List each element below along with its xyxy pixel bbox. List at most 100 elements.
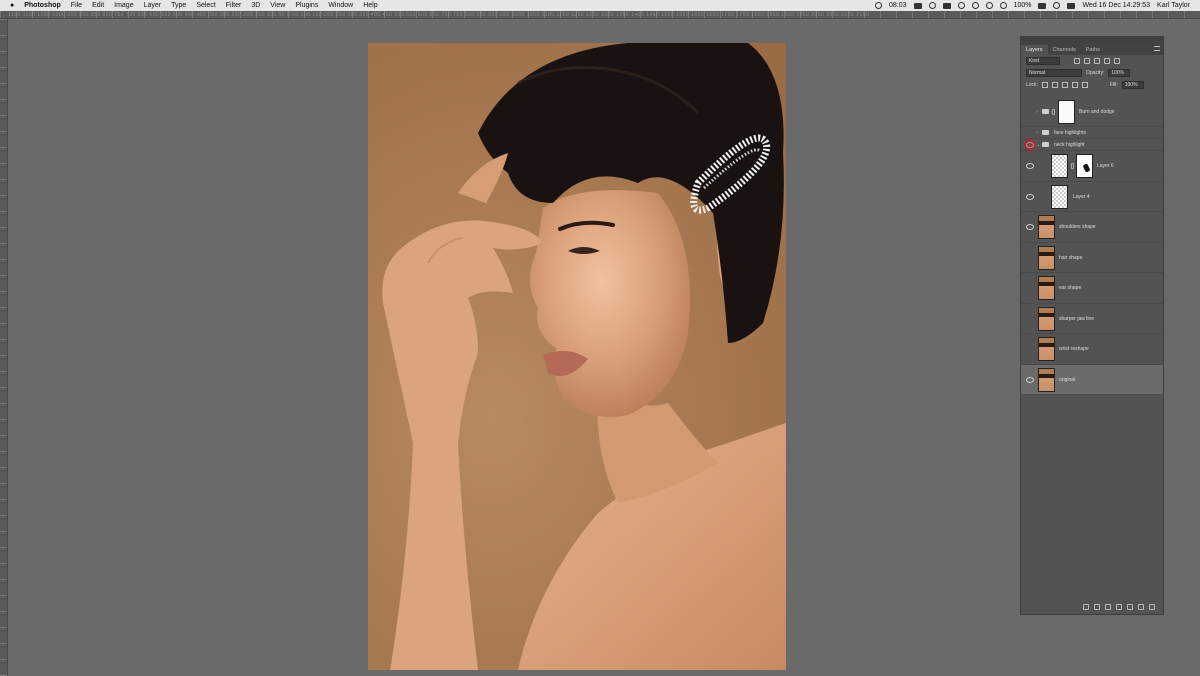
menu-select[interactable]: Select — [196, 0, 215, 11]
visibility-eye-icon[interactable] — [1025, 224, 1034, 230]
layer-row-original[interactable]: original — [1021, 365, 1163, 395]
layer-name[interactable]: sharper jaw line — [1059, 316, 1094, 322]
tab-layers[interactable]: Layers — [1021, 45, 1048, 55]
chevron-right-icon[interactable]: › — [1036, 130, 1038, 136]
battery-percent[interactable]: 100% — [1014, 2, 1032, 9]
layer-name[interactable]: face highlights — [1054, 130, 1086, 136]
layer-row-layer-6[interactable]: Layer 6 — [1021, 151, 1163, 182]
layer-row-shoulders-shape[interactable]: shoulders shape — [1021, 212, 1163, 243]
layer-thumbnail[interactable] — [1038, 276, 1055, 300]
layer-thumbnail[interactable] — [1038, 307, 1055, 331]
layer-row-sharper-jaw-line[interactable]: sharper jaw line — [1021, 304, 1163, 334]
cloud-icon[interactable] — [928, 2, 936, 9]
link-layers-icon[interactable] — [1083, 604, 1089, 610]
layer-thumbnail[interactable] — [1051, 185, 1068, 209]
layer-mask-thumbnail[interactable] — [1076, 154, 1093, 178]
app-tray-icon[interactable] — [913, 2, 922, 9]
wifi-icon[interactable] — [985, 2, 993, 9]
filter-type-icon[interactable] — [1094, 58, 1100, 64]
document-canvas[interactable] — [368, 43, 786, 670]
new-group-icon[interactable] — [1127, 604, 1133, 610]
layer-name[interactable]: original — [1059, 377, 1075, 383]
layer-mask-thumbnail[interactable] — [1058, 100, 1075, 124]
filter-kind-select[interactable]: Kind — [1026, 57, 1060, 65]
fx-icon[interactable] — [1094, 604, 1100, 610]
tray-time[interactable]: 08:03 — [889, 2, 907, 9]
menu-help[interactable]: Help — [363, 0, 377, 11]
battery-icon[interactable] — [1038, 2, 1047, 9]
menu-filter[interactable]: Filter — [226, 0, 242, 11]
menu-plugins[interactable]: Plugins — [295, 0, 318, 11]
lock-all-icon[interactable] — [1081, 82, 1088, 88]
layer-row-layer-4[interactable]: Layer 4 — [1021, 182, 1163, 212]
layer-name[interactable]: ear shape — [1059, 285, 1081, 291]
filter-smart-icon[interactable] — [1114, 58, 1120, 64]
layer-row-burn-and-dodge[interactable]: › Burn and dodge — [1021, 97, 1163, 127]
lock-image-icon[interactable] — [1051, 82, 1058, 88]
lock-position-icon[interactable] — [1061, 82, 1068, 88]
control-center-icon[interactable] — [1067, 2, 1076, 9]
app-menu-photoshop[interactable]: Photoshop — [24, 0, 61, 11]
volume-icon[interactable] — [999, 2, 1007, 9]
chevron-right-icon[interactable]: › — [1036, 109, 1038, 115]
layer-name[interactable]: Layer 6 — [1097, 163, 1114, 169]
layer-name[interactable]: wrist reshape — [1059, 346, 1089, 352]
visibility-eye-icon[interactable] — [1023, 138, 1036, 151]
ruler-top[interactable]: 1150 1100 1050 1000 950 900 850 800 750 … — [0, 11, 1200, 19]
menu-layer[interactable]: Layer — [144, 0, 162, 11]
layer-row-face-highlights[interactable]: › face highlights — [1021, 127, 1163, 139]
layer-row-neck-highlight[interactable]: ⌄ neck highlight — [1021, 138, 1163, 151]
filter-shape-icon[interactable] — [1104, 58, 1110, 64]
menu-list: ● Photoshop File Edit Image Layer Type S… — [10, 0, 378, 11]
chevron-down-icon[interactable]: ⌄ — [1036, 142, 1040, 148]
layer-row-hair-shape[interactable]: hair shape — [1021, 243, 1163, 273]
new-layer-icon[interactable] — [1138, 604, 1144, 610]
panel-menu-icon[interactable] — [1154, 46, 1160, 51]
clock-icon[interactable] — [957, 2, 965, 9]
fill-field[interactable]: 100% — [1121, 81, 1144, 89]
filter-pixel-icon[interactable] — [1074, 58, 1080, 64]
tab-channels[interactable]: Channels — [1048, 45, 1081, 55]
ruler-left[interactable] — [0, 19, 8, 676]
layer-row-ear-shape[interactable]: ear shape — [1021, 273, 1163, 304]
blend-mode-select[interactable]: Normal — [1026, 69, 1082, 77]
link-icon[interactable] — [1071, 163, 1074, 169]
user-name[interactable]: Karl Taylor — [1157, 2, 1190, 9]
layer-thumbnail[interactable] — [1038, 368, 1055, 392]
record-icon[interactable] — [875, 2, 883, 9]
layer-name[interactable]: neck highlight — [1054, 142, 1085, 148]
visibility-eye-icon[interactable] — [1025, 163, 1034, 169]
lock-artboard-icon[interactable] — [1071, 82, 1078, 88]
display-icon[interactable] — [942, 2, 951, 9]
menu-file[interactable]: File — [71, 0, 82, 11]
layer-thumbnail[interactable] — [1051, 154, 1068, 178]
layer-name[interactable]: shoulders shape — [1059, 224, 1096, 230]
layer-row-wrist-reshape[interactable]: wrist reshape — [1021, 334, 1163, 365]
visibility-eye-icon[interactable] — [1025, 194, 1034, 200]
menu-edit[interactable]: Edit — [92, 0, 104, 11]
layer-name[interactable]: Burn and dodge — [1079, 109, 1115, 115]
layer-name[interactable]: Layer 4 — [1073, 194, 1090, 200]
link-icon[interactable] — [1052, 108, 1055, 115]
search-icon[interactable] — [1053, 2, 1061, 9]
menu-3d[interactable]: 3D — [251, 0, 260, 11]
tab-paths[interactable]: Paths — [1081, 45, 1105, 55]
layer-thumbnail[interactable] — [1038, 337, 1055, 361]
menu-window[interactable]: Window — [328, 0, 353, 11]
add-mask-icon[interactable] — [1105, 604, 1111, 610]
apple-icon[interactable]: ● — [10, 0, 14, 11]
bluetooth-icon[interactable] — [971, 2, 979, 9]
layer-thumbnail[interactable] — [1038, 215, 1055, 239]
menu-view[interactable]: View — [270, 0, 285, 11]
visibility-eye-icon[interactable] — [1025, 377, 1034, 383]
lock-transparent-icon[interactable] — [1041, 82, 1048, 88]
layer-thumbnail[interactable] — [1038, 246, 1055, 270]
menu-type[interactable]: Type — [171, 0, 186, 11]
clock-date-time[interactable]: Wed 16 Dec 14:29:53 — [1082, 2, 1150, 9]
filter-adjustment-icon[interactable] — [1084, 58, 1090, 64]
opacity-field[interactable]: 100% — [1108, 69, 1131, 77]
trash-icon[interactable] — [1149, 604, 1155, 610]
menu-image[interactable]: Image — [114, 0, 133, 11]
adjustment-layer-icon[interactable] — [1116, 604, 1122, 610]
layer-name[interactable]: hair shape — [1059, 255, 1082, 261]
